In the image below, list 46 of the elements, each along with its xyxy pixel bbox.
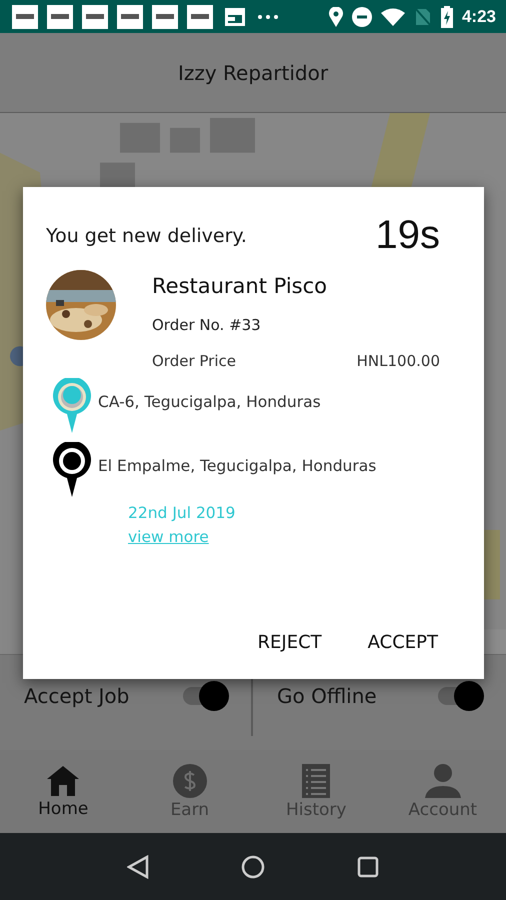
stop-address: El Empalme, Tegucigalpa, Honduras [98, 457, 376, 475]
nav-tab[interactable]: Earn [126, 750, 253, 833]
recents-icon[interactable] [357, 856, 379, 878]
toggle-switch[interactable] [436, 680, 484, 710]
no-signal-icon [414, 6, 432, 26]
person-icon [424, 764, 461, 798]
nav-tab[interactable]: Account [380, 750, 506, 833]
dollar-icon [172, 764, 207, 798]
countdown-timer: 19s [376, 213, 440, 258]
building [210, 118, 255, 153]
home-icon [46, 764, 80, 796]
wifi-icon [380, 8, 405, 26]
delivery-date: 22nd Jul 2019 [128, 504, 236, 522]
dialog-message: You get new delivery. [46, 224, 247, 246]
more-icon [257, 14, 279, 20]
accept-button[interactable]: ACCEPT [360, 626, 446, 659]
do-not-disturb-icon [352, 6, 372, 26]
view-more-link[interactable]: view more [128, 528, 209, 546]
order-price: HNL100.00 [356, 352, 440, 370]
restaurant-name: Restaurant Pisco [152, 274, 328, 298]
pickup-pin-icon [52, 378, 92, 434]
building [120, 122, 160, 153]
building [170, 128, 200, 153]
price-label: Order Price [152, 352, 236, 370]
app-title: Izzy Repartidor [178, 60, 328, 84]
app-notification-icon [47, 4, 73, 28]
app-notification-icon [12, 4, 38, 28]
dropoff-pin-icon [52, 442, 92, 498]
order-number: Order No. #33 [152, 316, 262, 334]
stop-address: CA-6, Tegucigalpa, Honduras [98, 393, 321, 411]
toggle-switch[interactable] [181, 680, 229, 710]
app-notification-icon [117, 4, 143, 28]
battery-icon [440, 6, 453, 28]
back-icon[interactable] [127, 854, 149, 878]
app-notification-icon [187, 4, 213, 28]
nav-tab[interactable]: History [253, 750, 380, 833]
toggle-label: Accept Job [24, 684, 130, 708]
clock: 4:23 [462, 6, 496, 26]
app-notification-icon [152, 4, 178, 28]
location-icon [328, 6, 343, 26]
app-notification-icon [82, 4, 108, 28]
toggle-label: Go Offline [277, 684, 377, 708]
home-button-icon[interactable] [241, 854, 265, 878]
nav-tab[interactable]: Home [0, 750, 126, 833]
reject-button[interactable]: REJECT [250, 626, 330, 659]
list-icon [302, 764, 330, 798]
